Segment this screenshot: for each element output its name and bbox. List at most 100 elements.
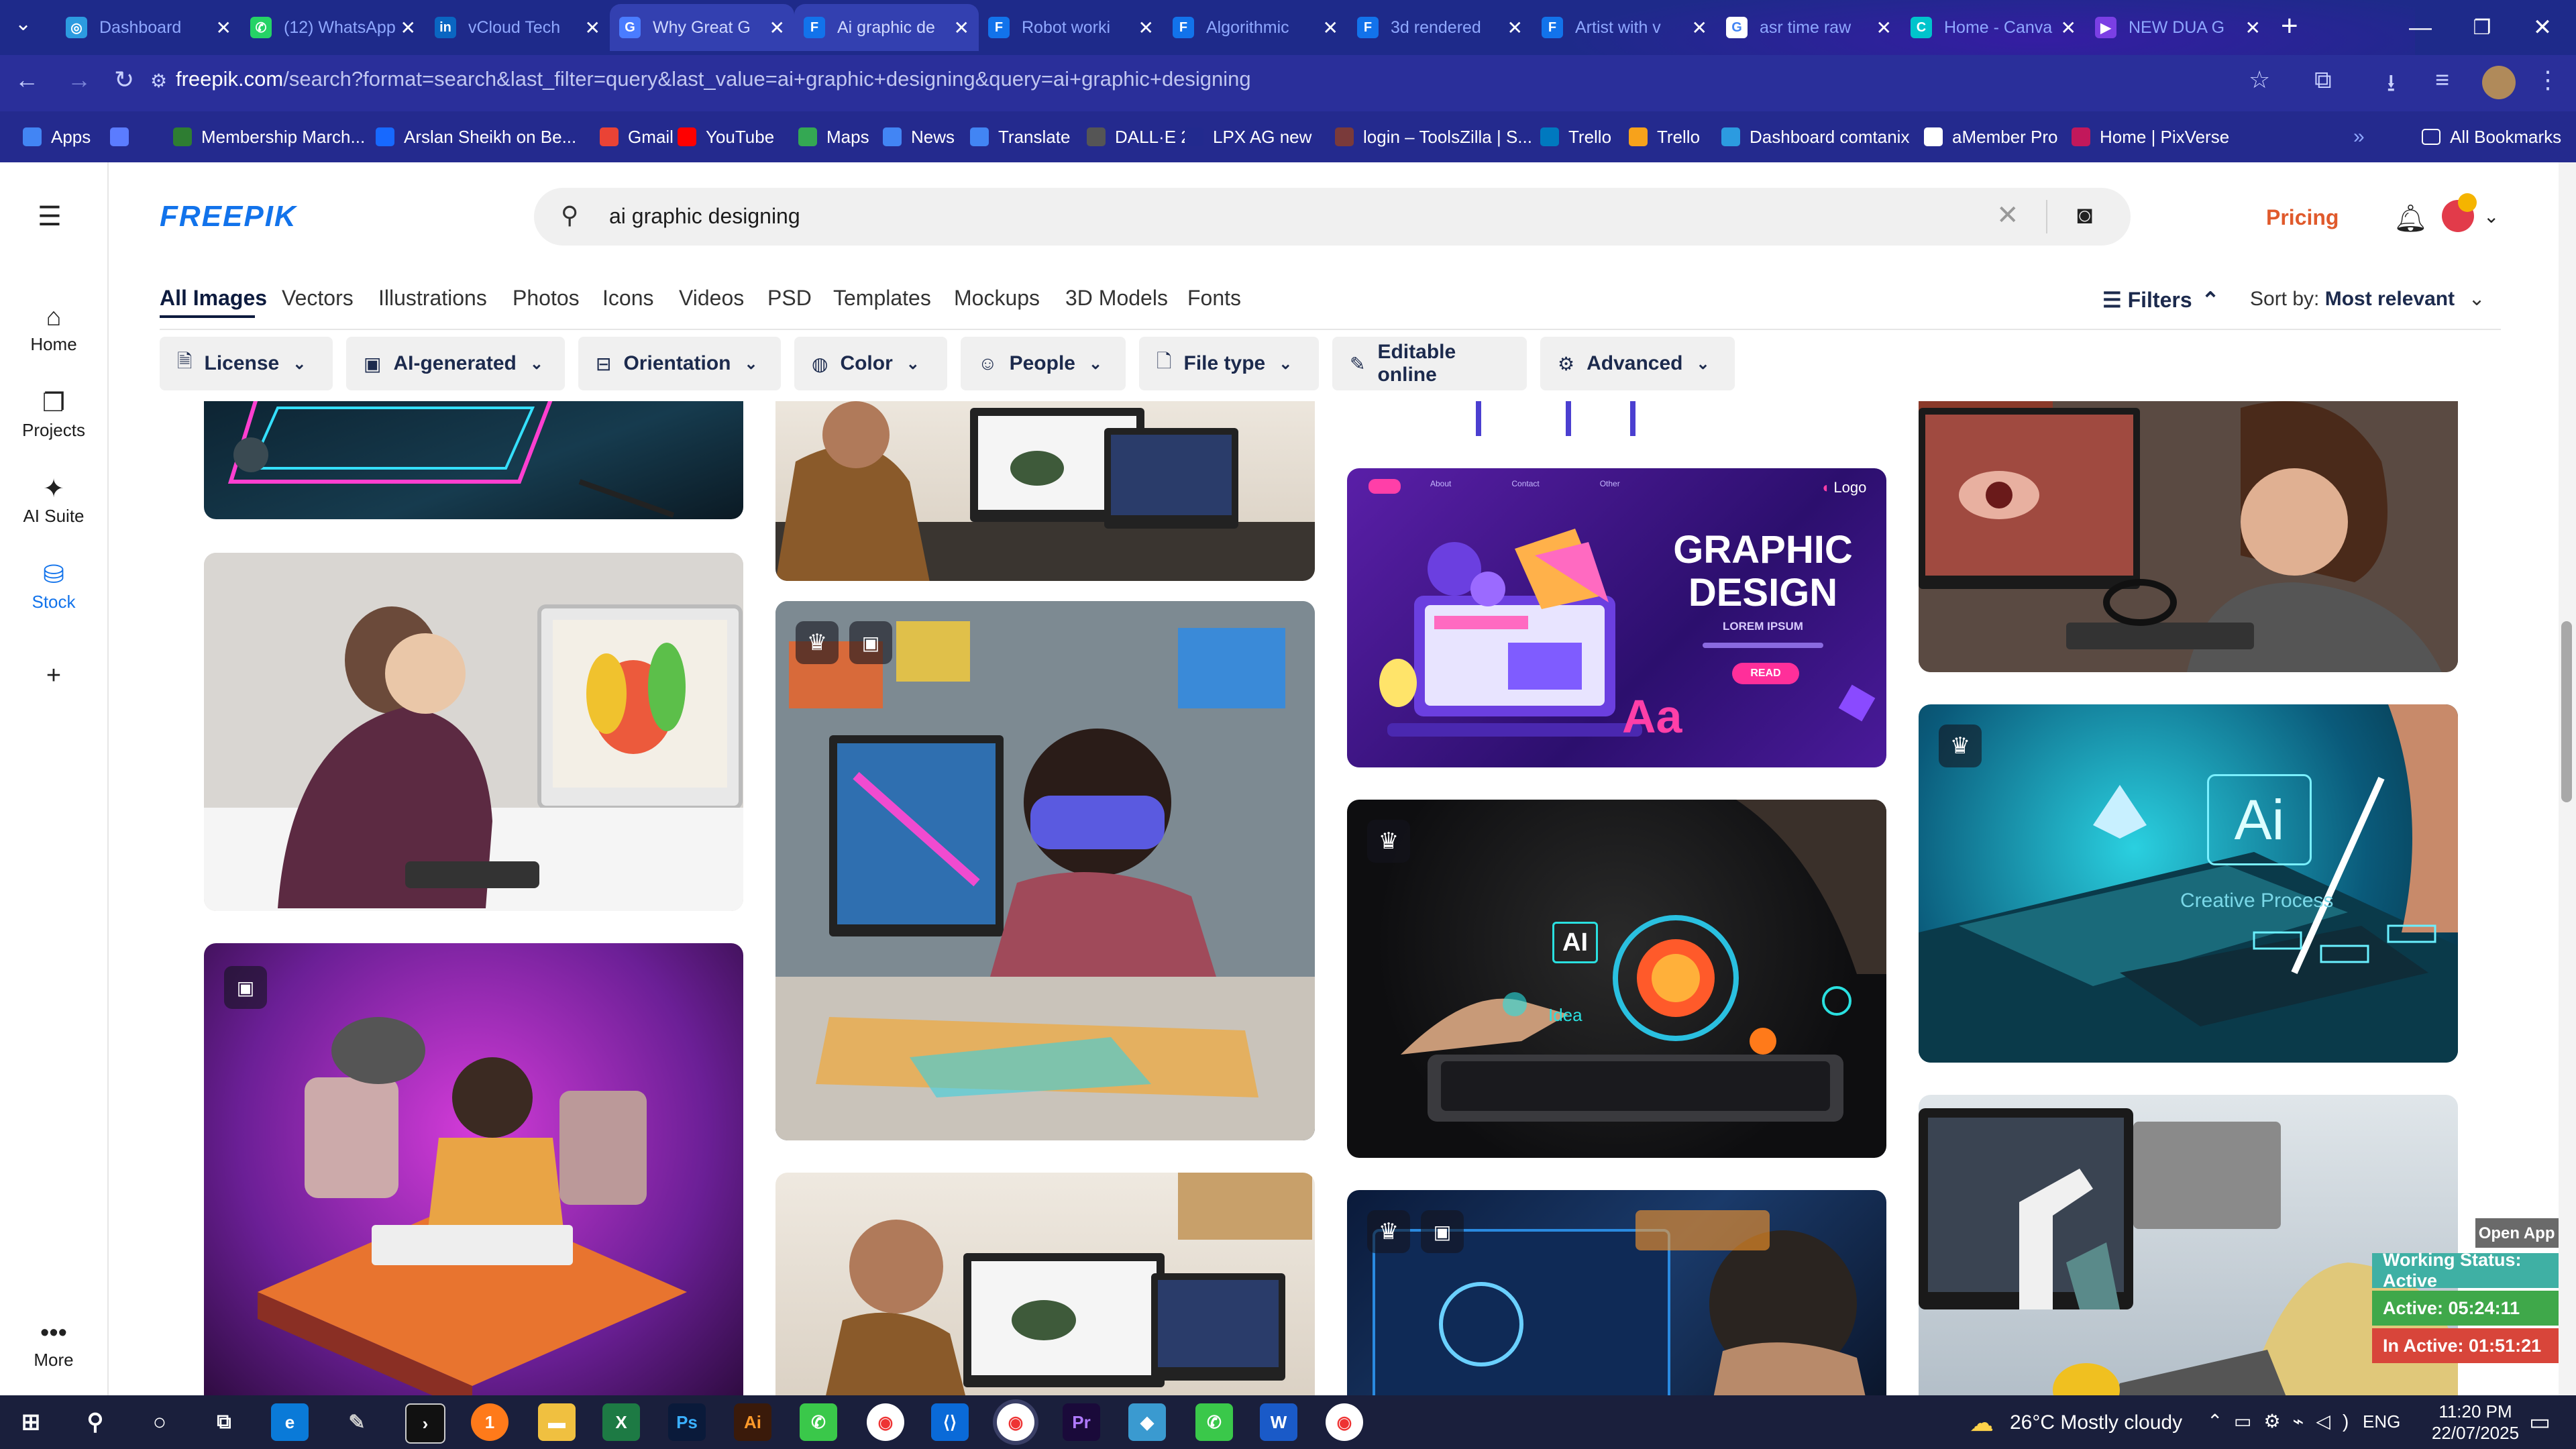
clock[interactable]: 11:20 PM 22/07/2025 bbox=[2428, 1401, 2522, 1444]
camera-search-icon[interactable]: ◙ bbox=[2077, 201, 2092, 230]
close-tab-icon[interactable]: ✕ bbox=[216, 17, 231, 39]
close-tab-icon[interactable]: ✕ bbox=[1138, 17, 1154, 39]
filters-toggle[interactable]: ☰ Filters ⌃ bbox=[2102, 287, 2219, 313]
bookmark-star-icon[interactable]: ☆ bbox=[2249, 66, 2270, 94]
tray-icons[interactable]: ▭⚙⌁◁) bbox=[2234, 1410, 2361, 1432]
hamburger-menu-icon[interactable]: ☰ bbox=[38, 201, 62, 232]
terminal-icon[interactable]: › bbox=[405, 1403, 445, 1444]
pricing-link[interactable]: Pricing bbox=[2266, 205, 2339, 230]
cortana-icon[interactable]: ○ bbox=[141, 1403, 178, 1441]
image-card-man-3d-modeling[interactable] bbox=[775, 401, 1315, 581]
bookmark-item[interactable]: Translate bbox=[970, 123, 1070, 150]
scrollbar-thumb[interactable] bbox=[2561, 621, 2572, 802]
close-window-button[interactable]: ✕ bbox=[2502, 0, 2576, 55]
image-card-vr-designer[interactable]: ♛ ▣ bbox=[775, 601, 1315, 1140]
browser-tab[interactable]: F 3d rendered ✕ bbox=[1348, 4, 1532, 51]
close-tab-icon[interactable]: ✕ bbox=[769, 17, 785, 39]
illustrator-icon[interactable]: Ai bbox=[734, 1403, 771, 1441]
close-tab-icon[interactable]: ✕ bbox=[1507, 17, 1523, 39]
phone-app-icon[interactable]: ✆ bbox=[1195, 1403, 1233, 1441]
bookmark-item[interactable]: Maps bbox=[798, 123, 869, 150]
sidebar-item-stock[interactable]: ⛁ Stock bbox=[0, 558, 107, 612]
download-icon[interactable]: ⭳ bbox=[2387, 66, 2396, 107]
browser-tab[interactable]: ✆ (12) WhatsApp ✕ bbox=[241, 4, 425, 51]
chrome-active-icon[interactable]: ◉ bbox=[997, 1403, 1034, 1441]
notification-bell-icon[interactable]: 🔔︎ bbox=[2394, 203, 2428, 234]
category-tab[interactable]: Vectors bbox=[282, 286, 354, 311]
image-card-ai-idea-hologram[interactable]: AI Idea ♛ bbox=[1347, 800, 1886, 1158]
bookmark-item[interactable]: Trello bbox=[1629, 123, 1700, 150]
start-icon[interactable]: ⊞ bbox=[12, 1403, 50, 1441]
image-card-graphic-design-landing[interactable]: About Contact Other ◖ Logo GRAPHIC DESIGN… bbox=[1347, 468, 1886, 767]
file-explorer-icon[interactable]: ▬ bbox=[538, 1403, 576, 1441]
close-tab-icon[interactable]: ✕ bbox=[954, 17, 969, 39]
close-tab-icon[interactable]: ✕ bbox=[2245, 17, 2261, 39]
browser-tab[interactable]: F Artist with v ✕ bbox=[1532, 4, 1717, 51]
category-tab[interactable]: All Images bbox=[160, 286, 267, 311]
category-tab[interactable]: Templates bbox=[833, 286, 931, 311]
back-button[interactable]: ← bbox=[15, 66, 39, 94]
notifications-icon[interactable]: ▭ bbox=[2529, 1409, 2551, 1436]
category-tab[interactable]: Photos bbox=[513, 286, 580, 311]
browser-tab[interactable]: ▶ NEW DUA G ✕ bbox=[2086, 4, 2270, 51]
image-card-woman-monitor-vegetables[interactable] bbox=[204, 553, 743, 911]
browser-tab[interactable]: F Robot worki ✕ bbox=[979, 4, 1163, 51]
profile-avatar[interactable] bbox=[2482, 66, 2516, 99]
bookmark-item[interactable]: aMember Pro bbox=[1924, 123, 2058, 150]
search-input[interactable]: ai graphic designing bbox=[609, 204, 800, 229]
tray-chevron-icon[interactable]: ⌃ bbox=[2207, 1410, 2222, 1432]
category-tab[interactable]: Icons bbox=[602, 286, 653, 311]
browser-tab[interactable]: Gasr time raw ✕ bbox=[1717, 4, 1901, 51]
category-tab[interactable]: 3D Models bbox=[1065, 286, 1168, 311]
sort-by[interactable]: Sort by: Most relevant ⌄ bbox=[2250, 287, 2485, 311]
bookmark-item[interactable]: Dashboard comtanix bbox=[1721, 123, 1909, 150]
vscode-icon[interactable]: ⟨⟩ bbox=[931, 1403, 969, 1441]
filter-chip[interactable]: ⚙ Advanced ⌄ bbox=[1540, 337, 1735, 390]
bookmark-item[interactable]: News bbox=[883, 123, 955, 150]
sidebar-item-ai-suite[interactable]: ✦ AI Suite bbox=[0, 472, 107, 527]
sidebar-item-projects[interactable]: ❐ Projects bbox=[0, 386, 107, 441]
filter-chip[interactable]: 🗋 File type ⌄ bbox=[1139, 337, 1319, 390]
browser-tab[interactable]: ◎ Dashboard ✕ bbox=[56, 4, 241, 51]
close-tab-icon[interactable]: ✕ bbox=[1876, 17, 1892, 39]
bookmark-item[interactable]: LPX AG new bbox=[1185, 123, 1311, 150]
bookmark-item[interactable]: Membership March... bbox=[173, 123, 365, 150]
sidebar-item-add[interactable]: + bbox=[0, 659, 107, 692]
category-tab[interactable]: Fonts bbox=[1187, 286, 1241, 311]
excel-icon[interactable]: X bbox=[602, 1403, 640, 1441]
image-card-neon-tablet[interactable] bbox=[204, 401, 743, 519]
bookmark-item[interactable]: Arslan Sheikh on Be... bbox=[376, 123, 576, 150]
chrome-icon[interactable]: ◉ bbox=[867, 1403, 904, 1441]
forward-button[interactable]: → bbox=[67, 66, 91, 94]
filter-chip[interactable]: ◍ Color ⌄ bbox=[794, 337, 947, 390]
all-bookmarks[interactable]: All Bookmarks bbox=[2422, 123, 2561, 150]
phone-app-icon[interactable]: ✆ bbox=[800, 1403, 837, 1441]
language-indicator[interactable]: ENG bbox=[2363, 1411, 2400, 1432]
sidebar-item-more[interactable]: ••• More bbox=[0, 1316, 107, 1371]
bookmark-item[interactable]: Trello bbox=[1540, 123, 1611, 150]
bookmark-item[interactable]: YouTube bbox=[678, 123, 774, 150]
chevron-down-icon[interactable]: ⌄ bbox=[2483, 205, 2499, 227]
image-card-man-3d-modeling-alt[interactable] bbox=[775, 1173, 1315, 1395]
search-bar[interactable]: ⚲ ai graphic designing ✕ ◙ bbox=[534, 188, 2131, 246]
browser-tab[interactable]: F Ai graphic de ✕ bbox=[794, 4, 979, 51]
photoshop-icon[interactable]: Ps bbox=[668, 1403, 706, 1441]
browser-tab[interactable]: in vCloud Tech ✕ bbox=[425, 4, 610, 51]
bookmark-item[interactable]: login – ToolsZilla | S... bbox=[1335, 123, 1532, 150]
image-card-woman-red-eye-editing[interactable] bbox=[1919, 401, 2458, 672]
bookmark-item[interactable]: DALL·E 2 bbox=[1087, 123, 1191, 150]
task-view-icon[interactable]: ⧉ bbox=[205, 1403, 243, 1441]
bookmark-item[interactable]: Home | PixVerse bbox=[2072, 123, 2229, 150]
filter-chip[interactable]: ☺ People ⌄ bbox=[961, 337, 1126, 390]
more-bookmarks-chevron-icon[interactable]: » bbox=[2353, 123, 2365, 150]
tab-search-chevron-icon[interactable]: ⌄ bbox=[15, 12, 32, 36]
filter-chip[interactable]: ⊟ Orientation ⌄ bbox=[578, 337, 781, 390]
reload-button[interactable]: ↻ bbox=[114, 66, 134, 94]
word-icon[interactable]: W bbox=[1260, 1403, 1297, 1441]
close-tab-icon[interactable]: ✕ bbox=[585, 17, 600, 39]
browser-tab[interactable]: F Algorithmic ✕ bbox=[1163, 4, 1348, 51]
pen-tool-icon[interactable]: ✎ bbox=[338, 1403, 376, 1441]
extension-icon[interactable]: ⧉ bbox=[2314, 66, 2332, 95]
bookmark-item[interactable]: Gmail bbox=[600, 123, 674, 150]
weather-text[interactable]: 26°C Mostly cloudy bbox=[2010, 1411, 2182, 1434]
